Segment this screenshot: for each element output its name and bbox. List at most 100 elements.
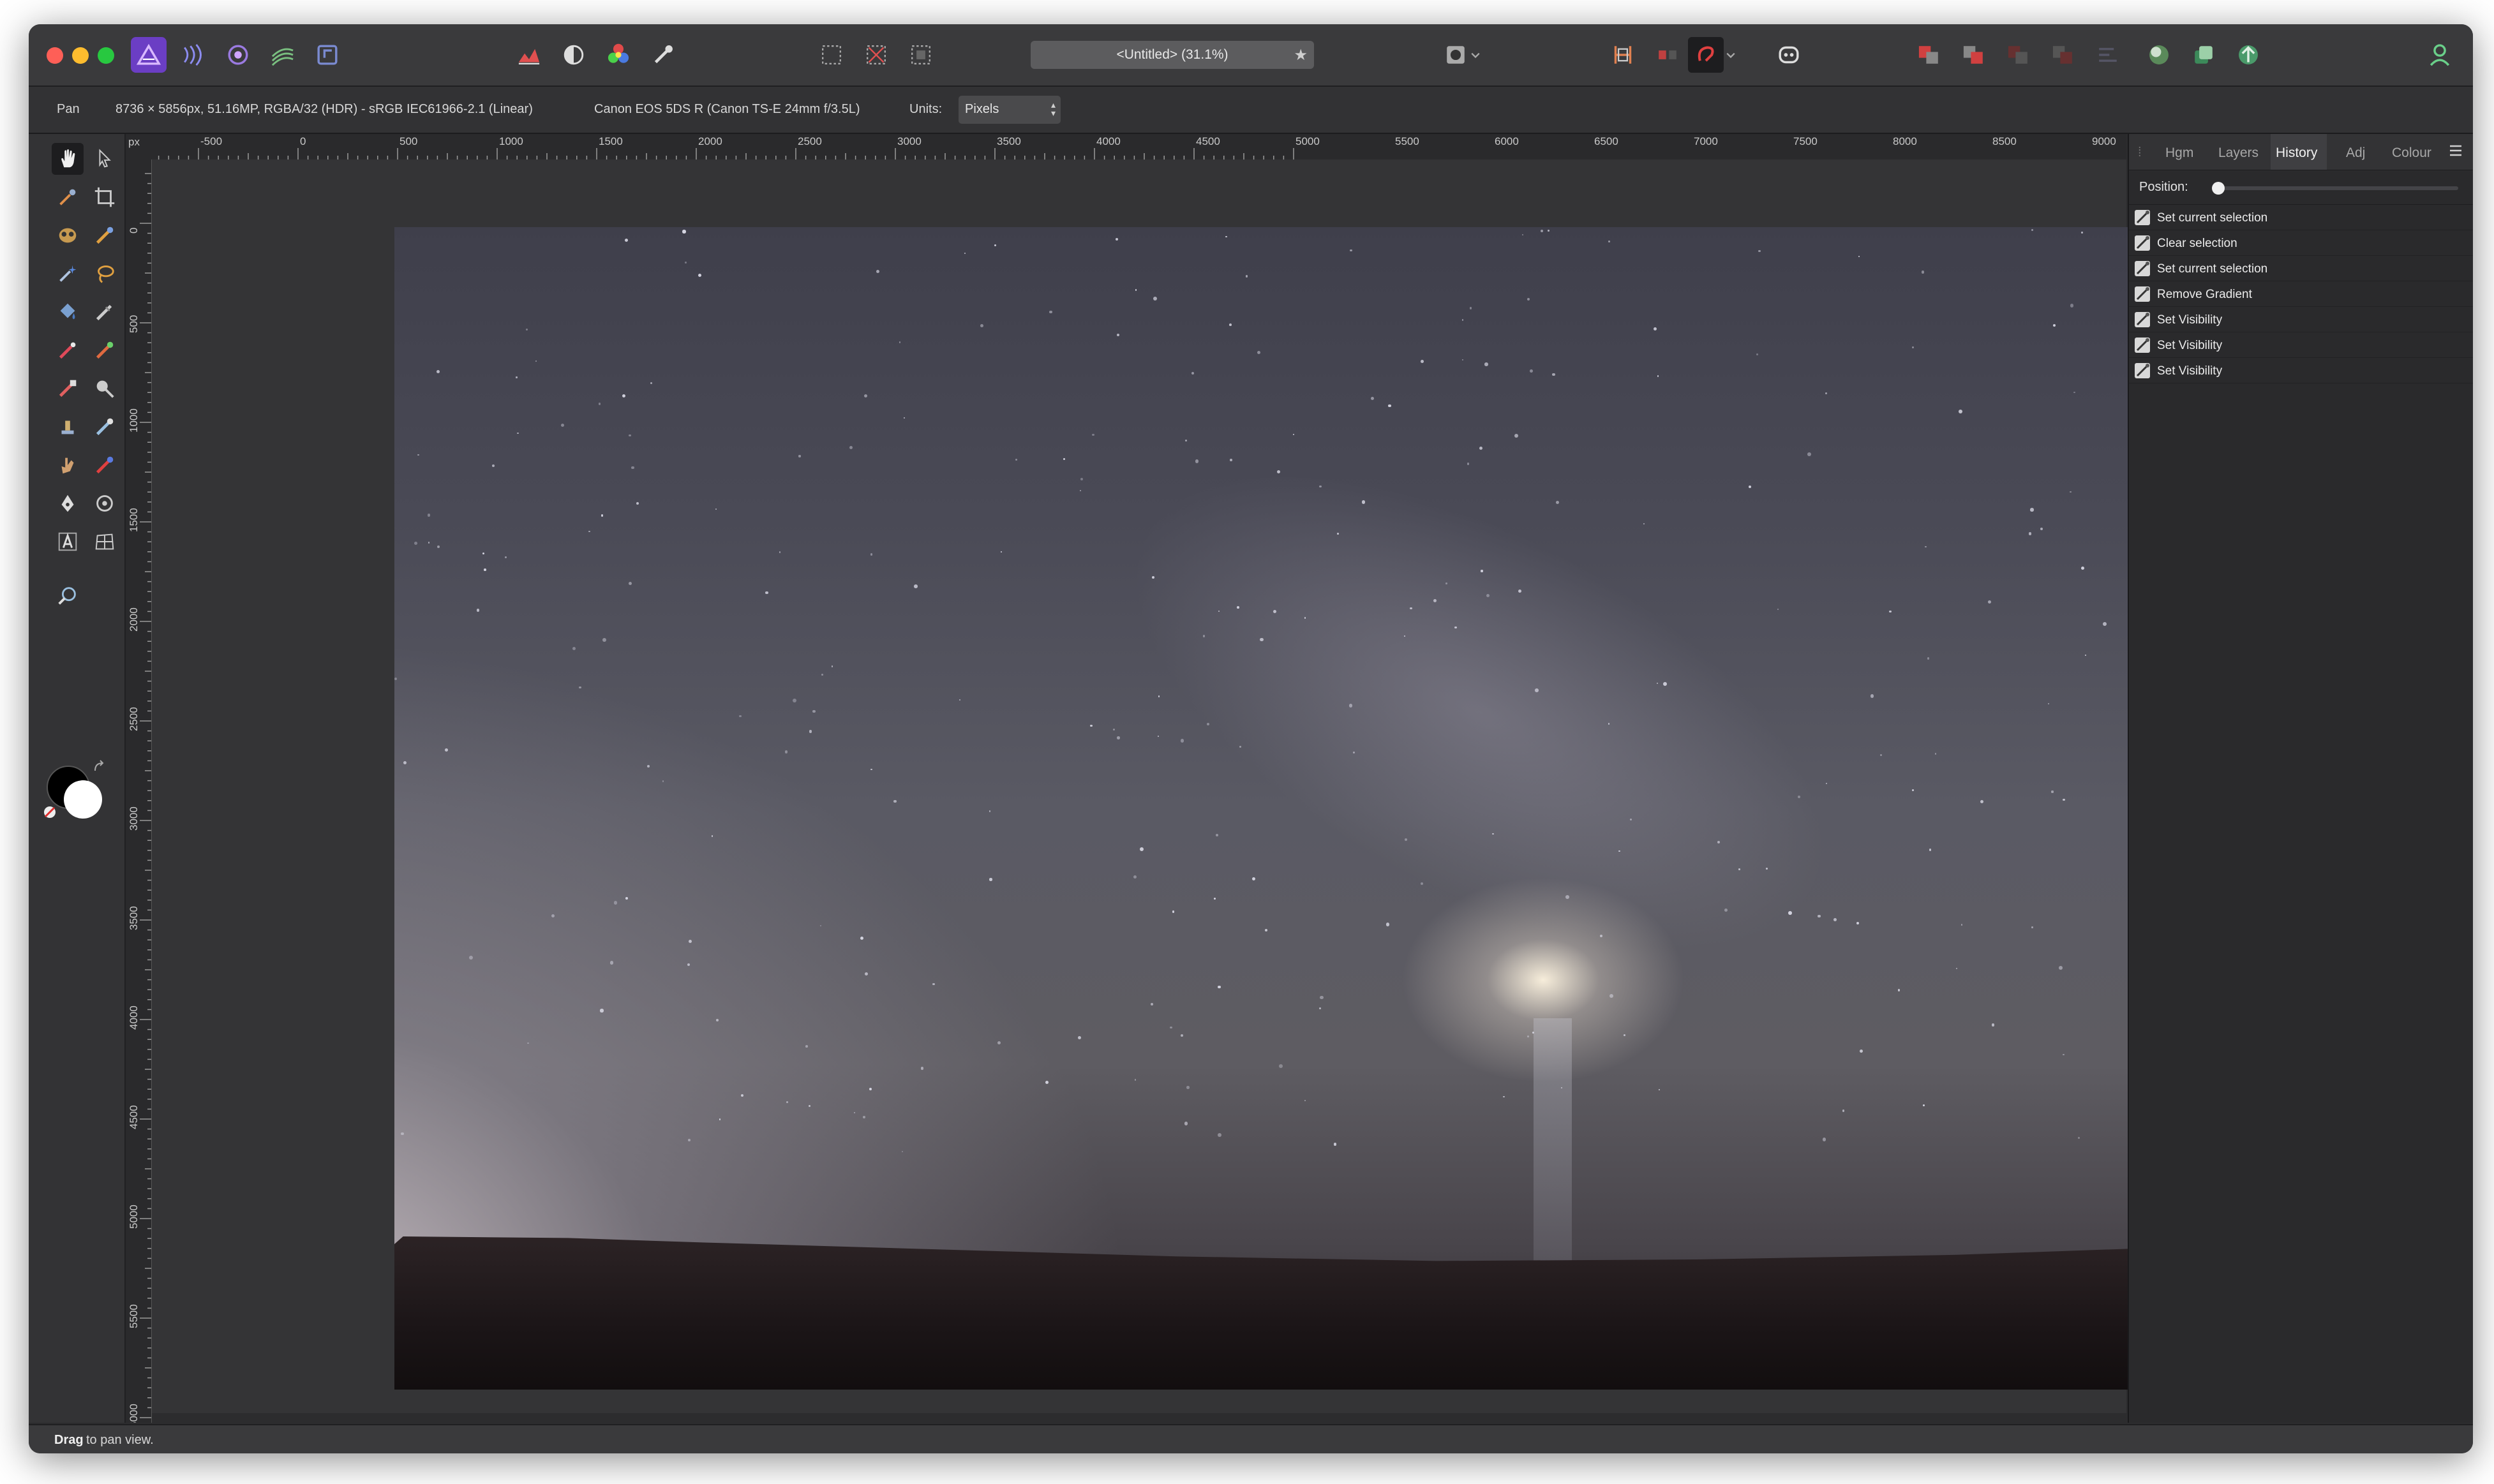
insert-behind-icon[interactable] [2186, 37, 2221, 73]
star [860, 936, 864, 940]
history-position-knob[interactable] [2212, 182, 2225, 195]
arrange-backward-icon[interactable] [1956, 37, 1992, 73]
panel-menu-icon[interactable] [2448, 143, 2463, 158]
insert-inside-icon[interactable] [2141, 37, 2177, 73]
document-info: 8736 × 5856px, 51.16MP, RGBA/32 (HDR) - … [116, 102, 533, 116]
develop-persona-icon[interactable] [220, 37, 256, 73]
tab-adj[interactable]: Adj [2346, 145, 2365, 161]
canvas-area[interactable] [152, 160, 2130, 1413]
snapping-icon[interactable] [1605, 37, 1641, 73]
star [414, 542, 418, 545]
lasso-tool[interactable] [89, 258, 121, 290]
studio-link-icon[interactable] [1771, 37, 1807, 73]
photo-persona-icon[interactable] [131, 37, 167, 73]
gradient-tool[interactable] [89, 296, 121, 328]
panel-grip-icon[interactable]: ⁞ [2138, 145, 2142, 160]
pen-tool[interactable] [52, 487, 84, 519]
history-item[interactable]: Clear selection [2129, 231, 2473, 256]
insert-top-icon[interactable] [2230, 37, 2266, 73]
hand-tool[interactable] [52, 143, 84, 175]
star [445, 748, 449, 752]
healing-brush-tool[interactable] [89, 411, 121, 443]
history-item[interactable]: Set current selection [2129, 256, 2473, 281]
export-persona-icon[interactable] [310, 37, 345, 73]
document-image[interactable] [394, 227, 2130, 1390]
ruler-label: 3500 [128, 906, 140, 930]
background-colour-swatch[interactable] [64, 780, 102, 819]
assistant-icon[interactable] [1650, 37, 1685, 73]
units-dropdown[interactable]: Pixels ▴ ▾ [959, 96, 1061, 124]
star [1527, 298, 1530, 301]
vertical-ruler[interactable]: 0 500 1000 1500 2000 2500 3000 3500 4000 4500 5000… [126, 160, 152, 1423]
history-item[interactable]: Set Visibility [2129, 333, 2473, 358]
ruler-label: 5000 [1296, 135, 1320, 147]
move-tool[interactable] [89, 143, 121, 175]
mesh-warp-tool[interactable] [89, 526, 121, 558]
zoom-tool[interactable] [52, 581, 84, 612]
tab-layers[interactable]: Layers [2218, 145, 2259, 161]
star [989, 810, 991, 812]
force-pixel-alignment-icon[interactable] [1688, 37, 1724, 73]
smudge-brush-tool[interactable] [52, 449, 84, 481]
inpainting-tool[interactable] [52, 219, 84, 251]
tab-colour[interactable]: Colour [2392, 145, 2431, 161]
invert-selection-icon[interactable] [903, 37, 939, 73]
star [798, 455, 801, 457]
text-tool[interactable] [52, 526, 84, 558]
account-icon[interactable] [2422, 37, 2458, 73]
star [805, 1044, 809, 1048]
star [1279, 1064, 1283, 1068]
quick-mask-dropdown-icon[interactable] [1467, 37, 1484, 73]
star [436, 369, 440, 373]
history-item[interactable]: Set current selection [2129, 205, 2473, 230]
alignment-dropdown-icon[interactable] [1722, 37, 1739, 73]
star [1825, 392, 1827, 395]
arrange-back-icon[interactable] [1911, 37, 1947, 73]
star [492, 464, 495, 468]
auto-levels-icon[interactable] [511, 37, 547, 73]
arrange-forward-icon[interactable] [2001, 37, 2036, 73]
text-icon [58, 532, 77, 551]
horizontal-ruler[interactable]: px -500 0 500 1000 1500 2000 2500 3000 3500 4000 45… [126, 134, 2126, 160]
minimize-window-button[interactable] [72, 47, 89, 64]
close-window-button[interactable] [47, 47, 63, 64]
star [2052, 324, 2056, 327]
flood-fill-tool[interactable] [52, 296, 84, 328]
paint-brush-tool[interactable] [52, 334, 84, 366]
selection-brush-tool[interactable] [89, 219, 121, 251]
select-all-icon[interactable] [814, 37, 849, 73]
liquify-persona-icon[interactable] [175, 37, 211, 73]
history-item[interactable]: Set Visibility [2129, 359, 2473, 383]
auto-contrast-icon[interactable] [556, 37, 592, 73]
align-icon[interactable] [2090, 37, 2126, 73]
crop-tool[interactable] [89, 181, 121, 213]
tab-hgm[interactable]: Hgm [2165, 145, 2193, 161]
star [1653, 327, 1657, 331]
ruler-label: 7500 [1793, 135, 1818, 147]
swap-colours-icon[interactable] [91, 759, 108, 776]
tab-history[interactable]: History [2276, 145, 2317, 161]
zoom-window-button[interactable] [98, 47, 114, 64]
no-fill-icon[interactable] [43, 805, 57, 819]
colour-picker-tool[interactable] [52, 181, 84, 213]
star [1833, 918, 1837, 922]
tone-mapping-persona-icon[interactable] [265, 37, 301, 73]
magic-wand-tool[interactable] [52, 258, 84, 290]
shape-tool[interactable] [89, 487, 121, 519]
document-title-field[interactable]: <Untitled> (31.1%) ★ [1031, 41, 1314, 69]
star [1180, 739, 1184, 743]
star [1897, 989, 1900, 991]
erase-brush-tool[interactable] [52, 373, 84, 404]
history-item[interactable]: Remove Gradient [2129, 282, 2473, 307]
mixer-brush-tool[interactable] [89, 449, 121, 481]
auto-white-balance-icon[interactable] [645, 37, 681, 73]
dodge-tool[interactable] [89, 373, 121, 404]
clone-brush-tool[interactable] [52, 411, 84, 443]
star [739, 715, 742, 718]
deselect-icon[interactable] [858, 37, 894, 73]
colour-replacement-tool[interactable] [89, 334, 121, 366]
auto-colours-icon[interactable] [601, 37, 636, 73]
history-position-slider[interactable] [2216, 186, 2458, 190]
history-item[interactable]: Set Visibility [2129, 308, 2473, 332]
arrange-front-icon[interactable] [2045, 37, 2081, 73]
